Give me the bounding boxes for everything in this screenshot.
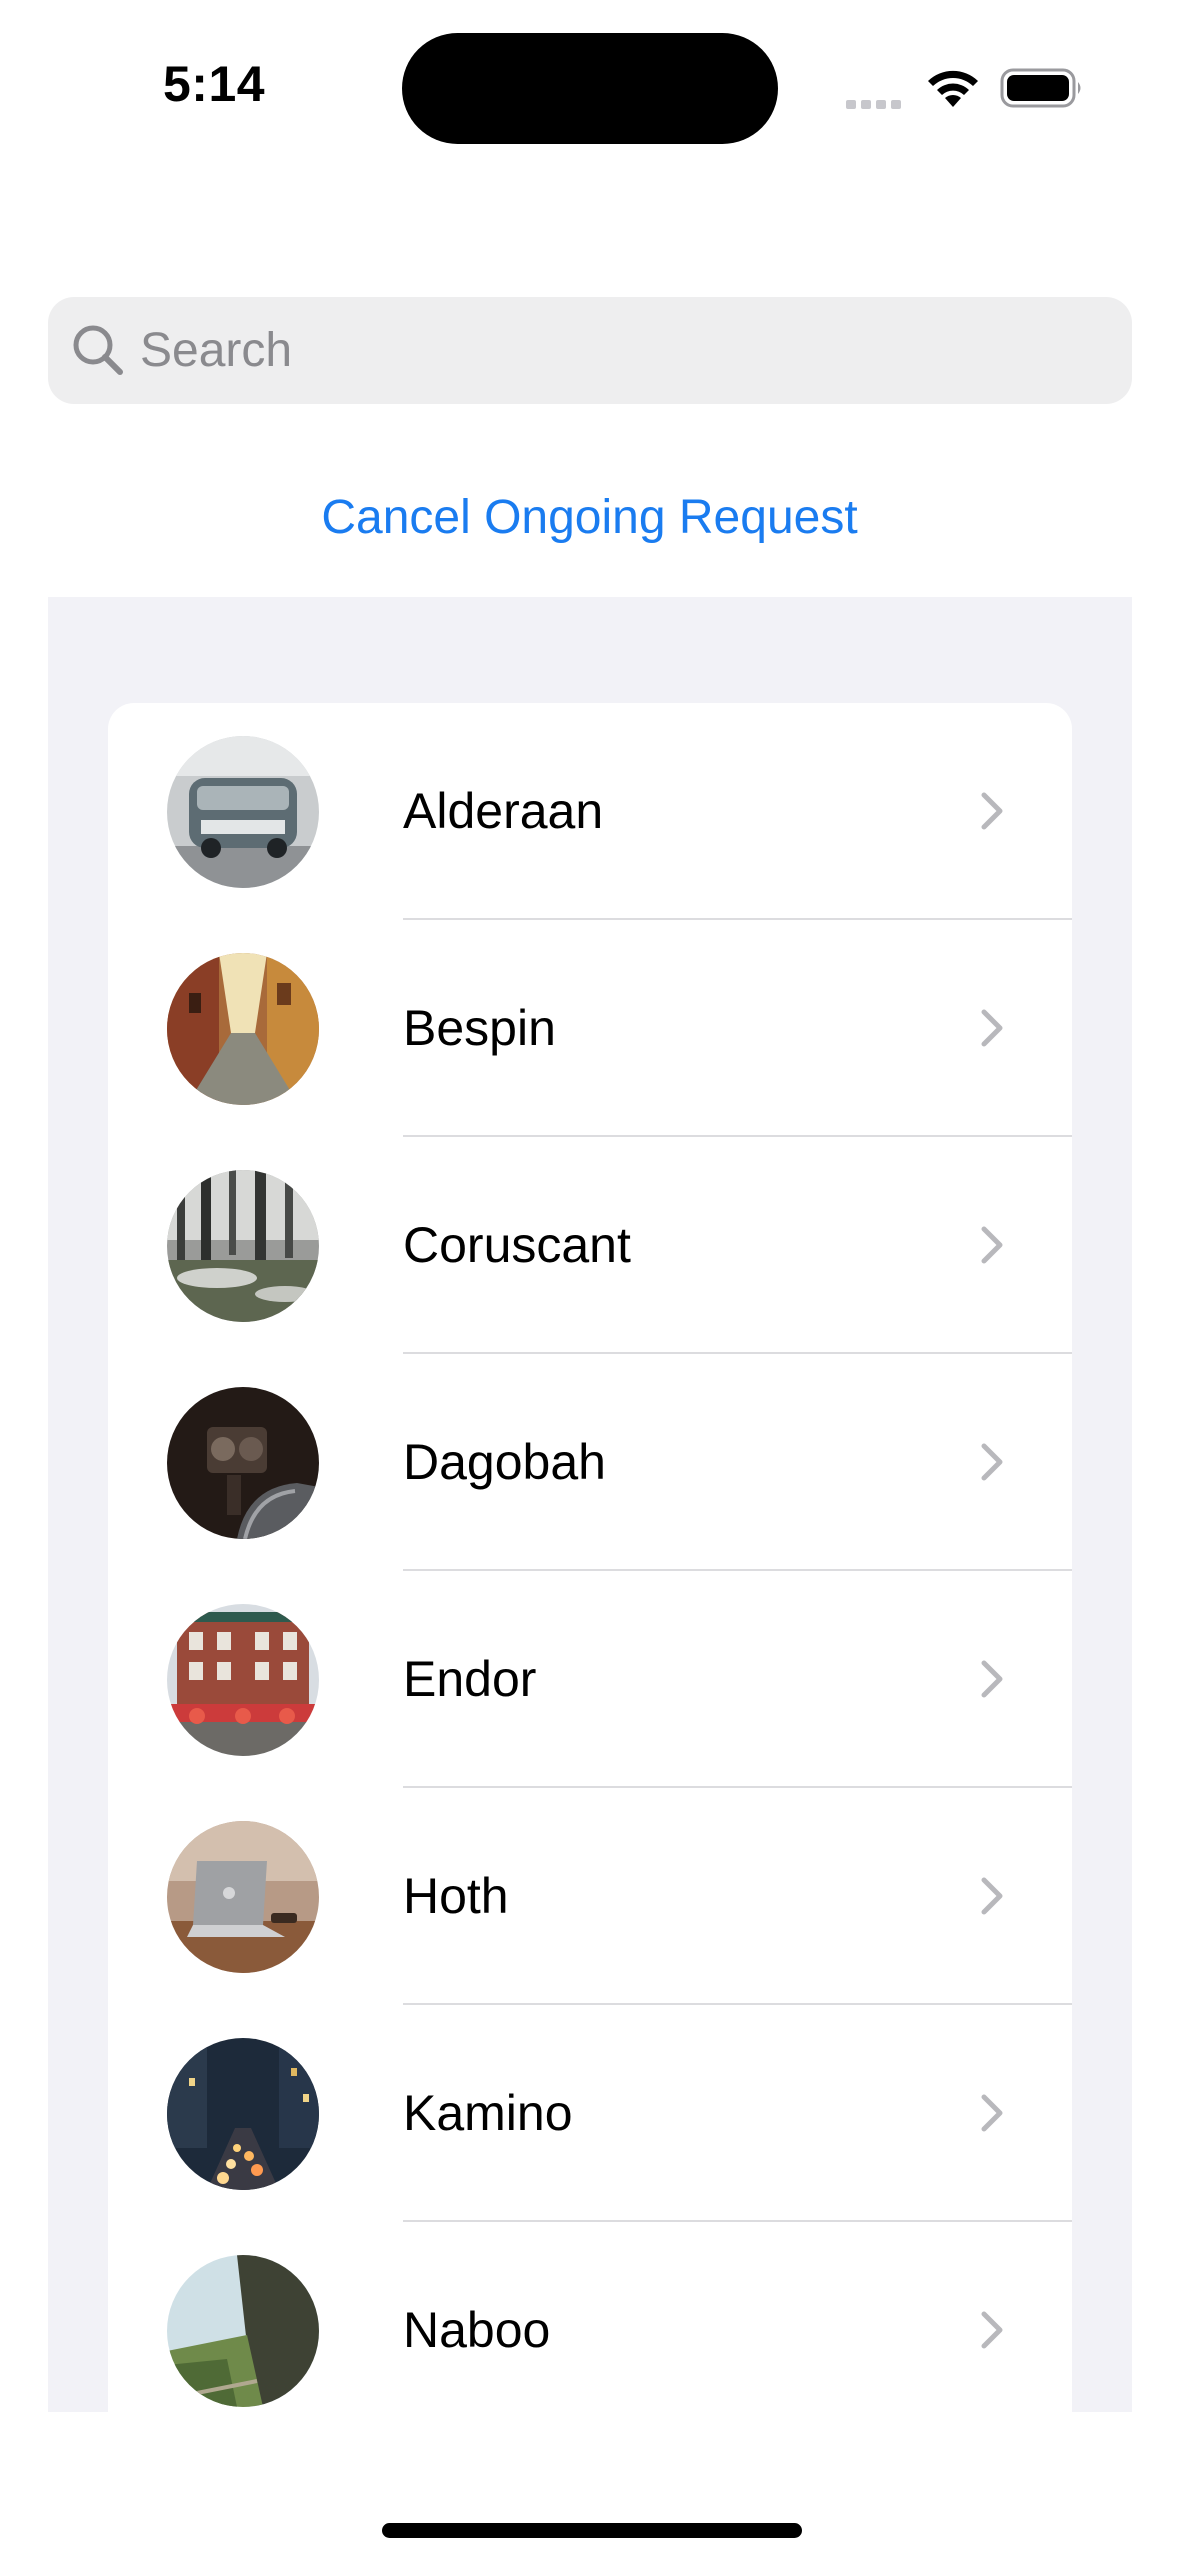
- list-item-label: Coruscant: [403, 1217, 631, 1273]
- list-item[interactable]: Dagobah: [108, 1354, 1072, 1571]
- planet-list: Alderaan Bespin Coruscant Dagobah Endor …: [108, 703, 1072, 2412]
- list-item-label: Naboo: [403, 2302, 551, 2358]
- list-item-label: Dagobah: [403, 1434, 606, 1490]
- wifi-icon: [928, 70, 978, 107]
- chevron-right-icon: [981, 1877, 1003, 1915]
- cancel-ongoing-request-button[interactable]: Cancel Ongoing Request: [0, 490, 1179, 545]
- list-item-label: Kamino: [403, 2085, 573, 2141]
- list-background: Alderaan Bespin Coruscant Dagobah Endor …: [48, 597, 1132, 2412]
- list-item[interactable]: Bespin: [108, 920, 1072, 1137]
- dynamic-island: [402, 33, 778, 144]
- photo-city-night-avatar: [167, 2038, 319, 2190]
- photo-cliff-avatar: [167, 2255, 319, 2407]
- list-item[interactable]: Coruscant: [108, 1137, 1072, 1354]
- status-bar: 5:14: [0, 0, 1179, 150]
- chevron-right-icon: [981, 1660, 1003, 1698]
- battery-icon: [1000, 68, 1081, 108]
- list-item-label: Endor: [403, 1651, 537, 1707]
- photo-building-avatar: [167, 1604, 319, 1756]
- list-item[interactable]: Hoth: [108, 1788, 1072, 2005]
- photo-laptop-avatar: [167, 1821, 319, 1973]
- cellular-signal-icon: [846, 96, 906, 114]
- list-item[interactable]: Endor: [108, 1571, 1072, 1788]
- status-time: 5:14: [163, 56, 266, 112]
- list-item-label: Bespin: [403, 1000, 556, 1056]
- list-item[interactable]: Naboo: [108, 2222, 1072, 2412]
- search-input[interactable]: [140, 297, 1100, 404]
- search-bar[interactable]: [48, 297, 1132, 404]
- chevron-right-icon: [981, 1226, 1003, 1264]
- chevron-right-icon: [981, 1009, 1003, 1047]
- chevron-right-icon: [981, 2094, 1003, 2132]
- photo-forest-avatar: [167, 1170, 319, 1322]
- home-indicator[interactable]: [382, 2523, 802, 2538]
- list-item[interactable]: Alderaan: [108, 703, 1072, 920]
- chevron-right-icon: [981, 2311, 1003, 2349]
- chevron-right-icon: [981, 1443, 1003, 1481]
- list-item-label: Alderaan: [403, 783, 604, 839]
- search-icon: [73, 325, 123, 375]
- photo-camera-avatar: [167, 1387, 319, 1539]
- list-item[interactable]: Kamino: [108, 2005, 1072, 2222]
- list-item-label: Hoth: [403, 1868, 509, 1924]
- photo-vw-bus-avatar: [167, 736, 319, 888]
- photo-alley-avatar: [167, 953, 319, 1105]
- chevron-right-icon: [981, 792, 1003, 830]
